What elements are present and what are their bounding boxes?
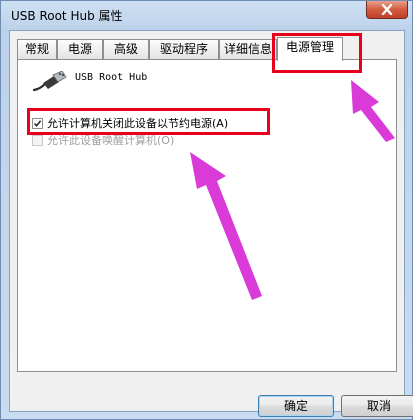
tab-power-management[interactable]: 电源管理 — [277, 37, 343, 61]
annotation-arrows — [190, 80, 395, 300]
arrow-to-option-icon — [190, 152, 262, 300]
arrow-to-tab-icon — [351, 80, 395, 142]
